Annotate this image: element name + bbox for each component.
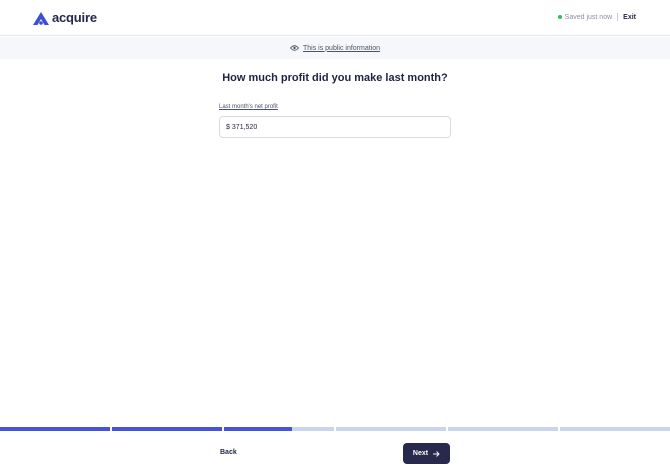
progress-segment-fill: [224, 427, 293, 431]
page-title: How much profit did you make last month?: [222, 72, 448, 84]
divider: [617, 13, 619, 21]
acquire-logo-icon: [33, 11, 49, 25]
progress-segment: [448, 427, 558, 431]
logo[interactable]: acquire: [33, 11, 97, 25]
progress-segment: [560, 427, 670, 431]
header-status: Saved just now Exit: [557, 13, 636, 21]
next-button[interactable]: Next: [403, 443, 450, 464]
progress-bar: [0, 427, 670, 431]
progress-segment: [336, 427, 446, 431]
progress-segment: [0, 427, 110, 431]
progress-segment: [112, 427, 222, 431]
progress-segment-fill: [0, 427, 110, 431]
public-info-link[interactable]: This is public information: [303, 45, 380, 52]
progress-segment-fill: [112, 427, 222, 431]
exit-link[interactable]: Exit: [623, 14, 636, 21]
net-profit-field[interactable]: $: [219, 116, 451, 138]
back-button[interactable]: Back: [220, 449, 237, 456]
net-profit-input[interactable]: [231, 123, 432, 131]
eye-icon: [289, 45, 299, 51]
progress-segment: [224, 427, 334, 431]
net-profit-label: Last month's net profit: [219, 104, 278, 110]
saved-status-dot-icon: [557, 15, 562, 19]
saved-status-text: Saved just now: [564, 13, 613, 21]
currency-symbol: $: [226, 123, 230, 131]
next-button-label: Next: [412, 450, 429, 457]
logo-text: acquire: [52, 10, 97, 25]
arrow-right-icon: [433, 450, 440, 457]
header: acquire Saved just now Exit: [0, 0, 670, 36]
public-info-banner: This is public information: [0, 37, 670, 59]
